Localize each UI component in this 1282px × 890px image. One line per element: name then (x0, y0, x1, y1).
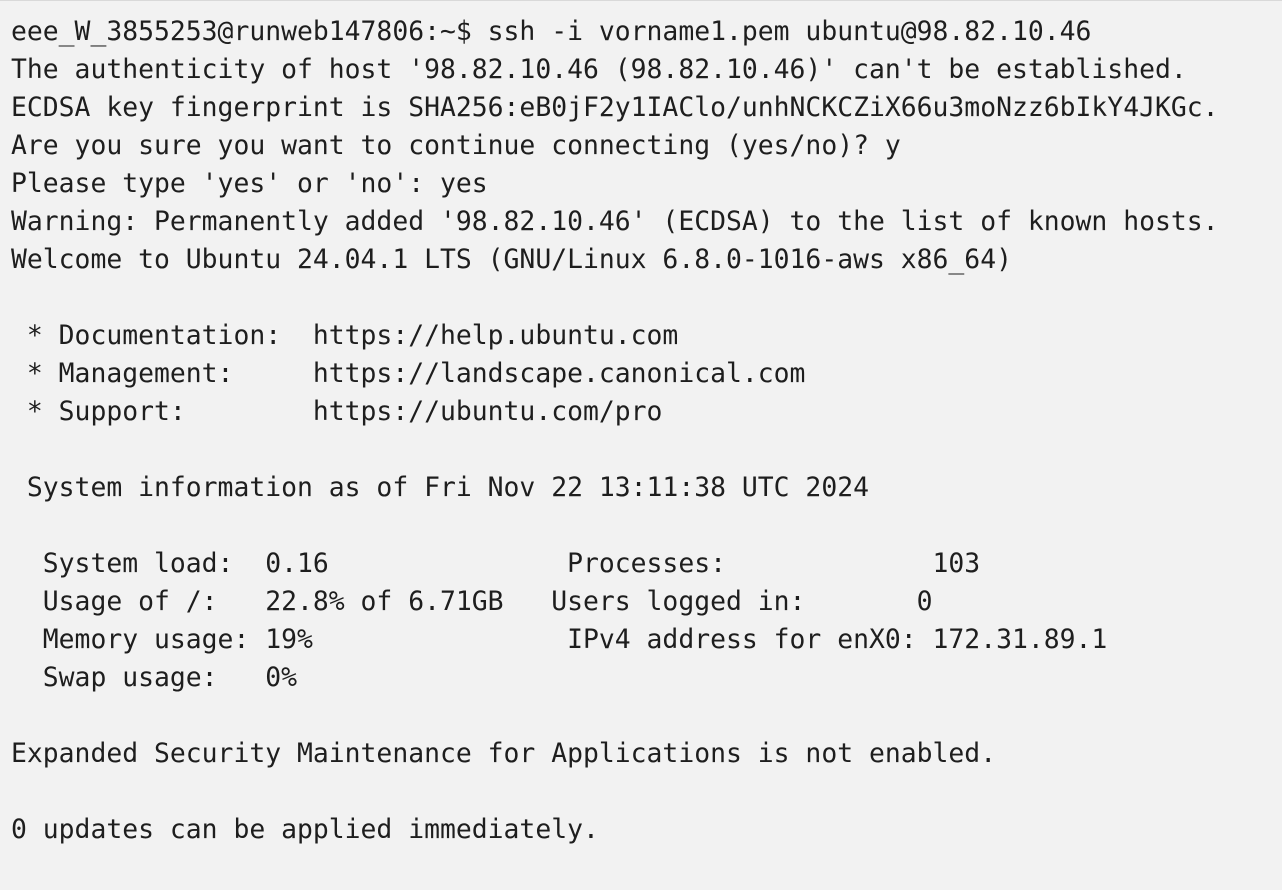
terminal-line-ssh-command: eee_W_3855253@runweb147806:~$ ssh -i vor… (11, 16, 1092, 47)
terminal-line-esm-status: Expanded Security Maintenance for Applic… (11, 738, 997, 769)
terminal-line-support: * Support: https://ubuntu.com/pro (11, 396, 663, 427)
terminal-line-disk-usage: Usage of /: 22.8% of 6.71GB Users logged… (11, 586, 933, 617)
terminal-window[interactable]: eee_W_3855253@runweb147806:~$ ssh -i vor… (0, 0, 1282, 890)
terminal-line-key-fingerprint: ECDSA key fingerprint is SHA256:eB0jF2y1… (11, 92, 1219, 123)
terminal-line-updates-status: 0 updates can be applied immediately. (11, 814, 599, 845)
terminal-line-authenticity-warning: The authenticity of host '98.82.10.46 (9… (11, 54, 1187, 85)
terminal-line-continue-prompt: Are you sure you want to continue connec… (11, 130, 901, 161)
terminal-line-known-hosts-warning: Warning: Permanently added '98.82.10.46'… (11, 206, 1219, 237)
terminal-line-documentation: * Documentation: https://help.ubuntu.com (11, 320, 679, 351)
terminal-line-welcome: Welcome to Ubuntu 24.04.1 LTS (GNU/Linux… (11, 244, 1012, 275)
terminal-line-swap-usage: Swap usage: 0% (11, 662, 297, 693)
terminal-line-system-load: System load: 0.16 Processes: 103 (11, 548, 981, 579)
terminal-line-memory-usage: Memory usage: 19% IPv4 address for enX0:… (11, 624, 1108, 655)
terminal-line-management: * Management: https://landscape.canonica… (11, 358, 806, 389)
terminal-line-system-info-header: System information as of Fri Nov 22 13:1… (11, 472, 869, 503)
terminal-line-yes-no-prompt: Please type 'yes' or 'no': yes (11, 168, 488, 199)
